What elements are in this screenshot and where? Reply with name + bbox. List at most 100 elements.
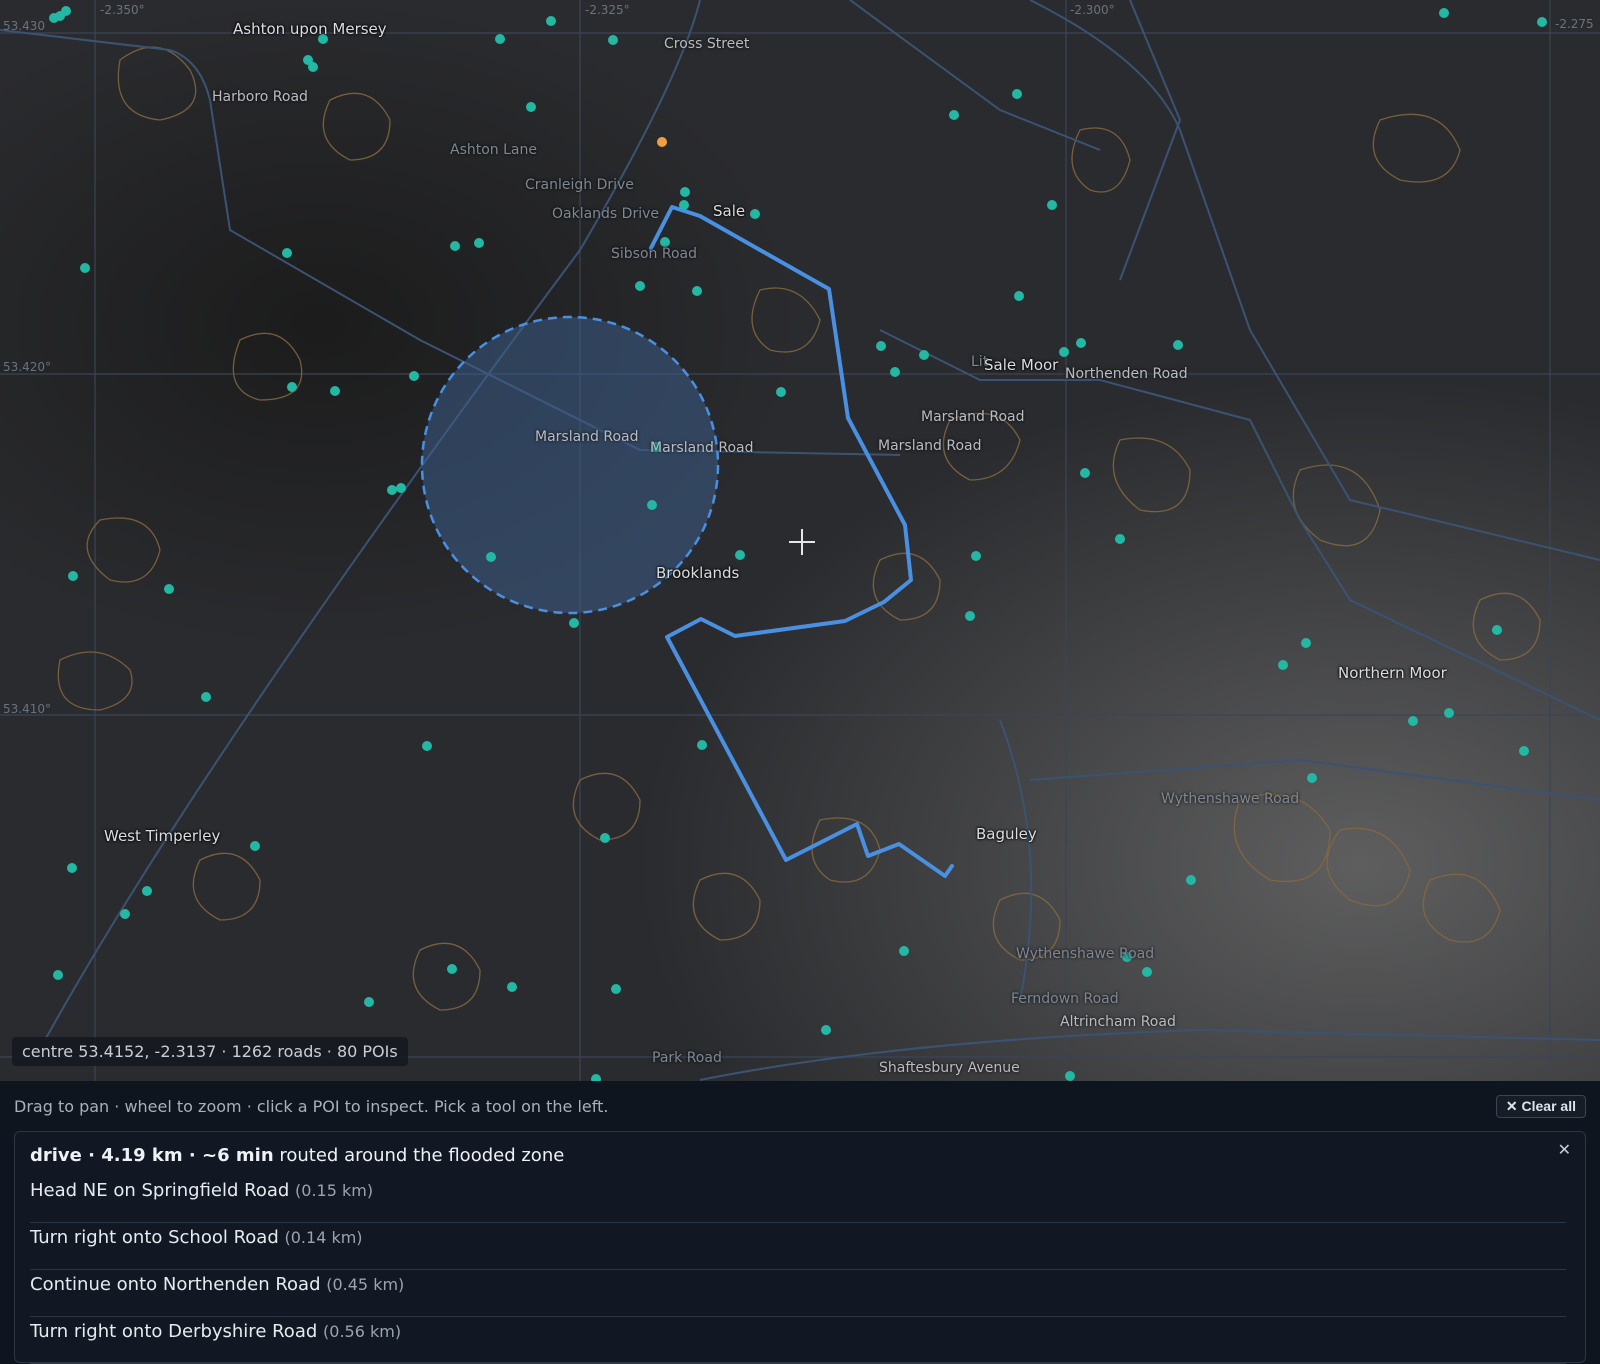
- crosshair-cursor-icon: [789, 529, 815, 555]
- poi-marker[interactable]: [67, 863, 77, 873]
- poi-marker[interactable]: [308, 62, 318, 72]
- poi-marker[interactable]: [1115, 534, 1125, 544]
- poi-marker[interactable]: [201, 692, 211, 702]
- road-label: Harboro Road: [212, 89, 308, 105]
- poi-marker[interactable]: [546, 16, 556, 26]
- poi-marker[interactable]: [965, 611, 975, 621]
- poi-marker[interactable]: [1408, 716, 1418, 726]
- grid-label-lat: 53.430: [3, 19, 45, 33]
- poi-marker[interactable]: [1080, 468, 1090, 478]
- road-label: Ashton Lane: [450, 142, 537, 158]
- route-card: drive · 4.19 km · ~6 min routed around t…: [14, 1131, 1586, 1364]
- poi-marker[interactable]: [61, 6, 71, 16]
- poi-marker[interactable]: [647, 500, 657, 510]
- road-label: Oaklands Drive: [552, 206, 660, 222]
- poi-marker[interactable]: [1047, 200, 1057, 210]
- poi-marker[interactable]: [364, 997, 374, 1007]
- poi-marker[interactable]: [735, 550, 745, 560]
- route-step[interactable]: Continue onto Northenden Road (0.45 km): [30, 1270, 1566, 1317]
- poi-marker[interactable]: [526, 102, 536, 112]
- poi-marker[interactable]: [142, 886, 152, 896]
- route-step[interactable]: Turn right onto School Road (0.14 km): [30, 1223, 1566, 1270]
- poi-marker[interactable]: [679, 200, 689, 210]
- poi-marker[interactable]: [776, 387, 786, 397]
- poi-marker[interactable]: [1301, 638, 1311, 648]
- poi-marker[interactable]: [1186, 875, 1196, 885]
- poi-marker[interactable]: [330, 386, 340, 396]
- poi-marker[interactable]: [409, 371, 419, 381]
- poi-marker[interactable]: [600, 833, 610, 843]
- road-label: Wythenshawe Road: [1016, 946, 1155, 962]
- route-step-text: Head NE on Springfield Road: [30, 1180, 290, 1201]
- poi-marker[interactable]: [611, 984, 621, 994]
- route-step-distance: (0.15 km): [295, 1181, 374, 1200]
- route-step-distance: (0.45 km): [326, 1275, 405, 1294]
- grid-label-lat: 53.410°: [3, 702, 51, 716]
- poi-marker[interactable]: [68, 571, 78, 581]
- close-icon[interactable]: ✕: [1558, 1140, 1571, 1159]
- poi-marker[interactable]: [569, 618, 579, 628]
- poi-marker[interactable]: [899, 946, 909, 956]
- poi-marker[interactable]: [1444, 708, 1454, 718]
- poi-marker[interactable]: [447, 964, 457, 974]
- poi-marker[interactable]: [1307, 773, 1317, 783]
- poi-marker[interactable]: [750, 209, 760, 219]
- poi-marker[interactable]: [680, 187, 690, 197]
- poi-marker[interactable]: [495, 34, 505, 44]
- poi-marker[interactable]: [486, 552, 496, 562]
- clear-all-button[interactable]: ✕ Clear all: [1495, 1095, 1586, 1118]
- place-label: Northern Moor: [1338, 664, 1447, 682]
- poi-marker[interactable]: [164, 584, 174, 594]
- poi-marker[interactable]: [1059, 347, 1069, 357]
- route-step[interactable]: Turn right onto Derbyshire Road (0.56 km…: [30, 1317, 1566, 1364]
- poi-marker[interactable]: [692, 286, 702, 296]
- poi-marker[interactable]: [1076, 338, 1086, 348]
- poi-marker[interactable]: [919, 350, 929, 360]
- poi-marker[interactable]: [697, 740, 707, 750]
- poi-marker[interactable]: [890, 367, 900, 377]
- poi-marker[interactable]: [1012, 89, 1022, 99]
- road-label: Marsland Road: [878, 438, 982, 454]
- poi-marker[interactable]: [287, 382, 297, 392]
- road-label: Ferndown Road: [1011, 991, 1119, 1007]
- poi-marker[interactable]: [282, 248, 292, 258]
- poi-marker[interactable]: [876, 341, 886, 351]
- poi-marker[interactable]: [1278, 660, 1288, 670]
- poi-marker[interactable]: [1142, 967, 1152, 977]
- route-step-distance: (0.14 km): [284, 1228, 363, 1247]
- route-step-text: Continue onto Northenden Road: [30, 1274, 321, 1295]
- poi-marker[interactable]: [1537, 17, 1547, 27]
- poi-marker[interactable]: [450, 241, 460, 251]
- poi-marker[interactable]: [1014, 291, 1024, 301]
- route-step[interactable]: Head NE on Springfield Road (0.15 km): [30, 1176, 1566, 1223]
- road-label: Sibson Road: [611, 246, 697, 262]
- poi-marker[interactable]: [120, 909, 130, 919]
- poi-marker[interactable]: [971, 551, 981, 561]
- map-canvas[interactable]: -2.350° -2.325° -2.300° -2.275 53.430 53…: [0, 0, 1600, 1081]
- road-label: Wythenshawe Road: [1161, 791, 1300, 807]
- poi-marker[interactable]: [250, 841, 260, 851]
- poi-marker[interactable]: [949, 110, 959, 120]
- road-label: Park Road: [652, 1050, 722, 1066]
- poi-marker[interactable]: [387, 485, 397, 495]
- poi-marker[interactable]: [1065, 1071, 1075, 1081]
- poi-marker[interactable]: [1173, 340, 1183, 350]
- poi-marker[interactable]: [507, 982, 517, 992]
- poi-marker[interactable]: [53, 970, 63, 980]
- poi-marker[interactable]: [635, 281, 645, 291]
- poi-marker[interactable]: [608, 35, 618, 45]
- poi-marker[interactable]: [396, 483, 406, 493]
- road-label: Shaftesbury Avenue: [879, 1060, 1020, 1076]
- poi-marker[interactable]: [80, 263, 90, 273]
- poi-marker[interactable]: [821, 1025, 831, 1035]
- road-label: Altrincham Road: [1060, 1014, 1176, 1030]
- poi-marker[interactable]: [1492, 625, 1502, 635]
- poi-marker[interactable]: [1439, 8, 1449, 18]
- poi-marker[interactable]: [1519, 746, 1529, 756]
- poi-marker[interactable]: [474, 238, 484, 248]
- route-step-distance: (0.56 km): [323, 1322, 402, 1341]
- place-label: West Timperley: [104, 827, 221, 845]
- poi-marker[interactable]: [422, 741, 432, 751]
- place-label: Sale Moor: [984, 356, 1059, 374]
- selected-poi-marker[interactable]: [657, 137, 667, 147]
